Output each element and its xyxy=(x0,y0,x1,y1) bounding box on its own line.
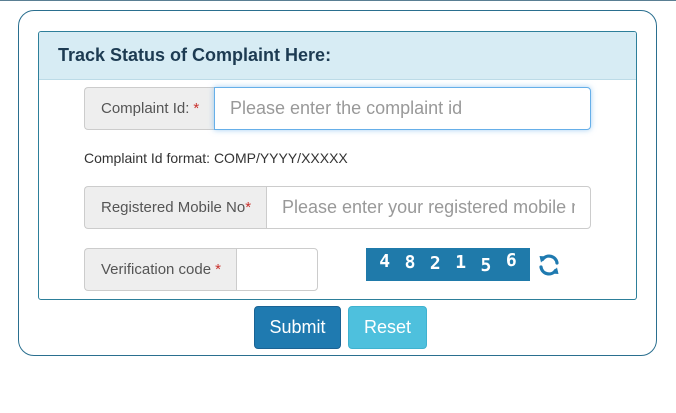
verification-label: Verification code * xyxy=(84,248,236,291)
refresh-icon[interactable] xyxy=(537,253,561,277)
verification-group: Verification code * xyxy=(84,248,318,291)
verification-label-text: Verification code xyxy=(101,261,212,278)
captcha-digit: 2 xyxy=(429,253,441,274)
required-mark: * xyxy=(245,199,252,216)
complaint-id-label-text: Complaint Id: xyxy=(101,100,190,117)
mobile-input[interactable] xyxy=(266,186,591,229)
mobile-label: Registered Mobile No * xyxy=(84,186,266,229)
submit-button[interactable]: Submit xyxy=(254,306,341,349)
required-mark: * xyxy=(193,100,200,117)
panel-title: Track Status of Complaint Here: xyxy=(39,32,636,80)
required-mark: * xyxy=(215,261,221,278)
complaint-id-format-hint: Complaint Id format: COMP/YYYY/XXXXX xyxy=(84,150,348,166)
captcha-digit: 8 xyxy=(404,252,416,273)
captcha-digit: 4 xyxy=(379,251,391,272)
captcha-digit: 5 xyxy=(480,255,492,276)
mobile-label-text: Registered Mobile No xyxy=(101,199,246,216)
captcha-digit: 1 xyxy=(455,252,467,273)
complaint-id-input[interactable] xyxy=(214,87,591,130)
mobile-group: Registered Mobile No * xyxy=(84,186,591,229)
complaint-id-label: Complaint Id: * xyxy=(84,87,214,130)
captcha-image: 4 8 2 1 5 6 xyxy=(366,248,530,281)
verification-code-input[interactable] xyxy=(236,248,318,291)
captcha-digit: 6 xyxy=(505,250,517,271)
reset-button[interactable]: Reset xyxy=(348,306,427,349)
complaint-id-group: Complaint Id: * xyxy=(84,87,591,130)
top-divider xyxy=(0,0,676,1)
